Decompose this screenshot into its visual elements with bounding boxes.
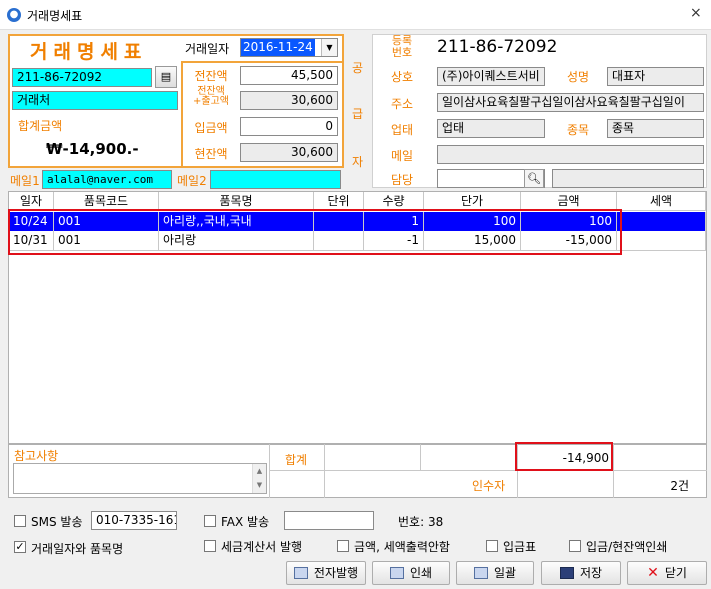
- printer-icon: [473, 567, 488, 579]
- floppy-icon: [559, 567, 574, 579]
- deposit-label: 입금액: [194, 121, 228, 135]
- row-count: 2건: [670, 479, 689, 493]
- fax-label: FAX 발송: [221, 515, 270, 529]
- biz-type-field: 업태: [437, 119, 545, 138]
- window-title: 거래명세표: [27, 9, 83, 23]
- electronic-issue-button[interactable]: 전자발행: [286, 561, 366, 585]
- date-picker[interactable]: 2016-11-24 ▼: [240, 38, 338, 57]
- email2-label: 메일2: [177, 174, 207, 188]
- supplier-char-3: 자: [352, 155, 364, 169]
- sum-label: 합계: [285, 453, 308, 467]
- email1-field[interactable]: alalal@naver.com: [42, 170, 172, 189]
- deposit-slip-label: 입금표: [503, 540, 537, 554]
- deposit-balance-checkbox[interactable]: [569, 540, 581, 552]
- scrollbar[interactable]: ▲ ▼: [252, 464, 266, 493]
- sms-number-field[interactable]: 010-7335-1616: [91, 511, 177, 530]
- item-type-field: 종목: [607, 119, 704, 138]
- title-bar: ● 거래명세표 ×: [0, 0, 711, 30]
- print-button[interactable]: 인쇄: [372, 561, 450, 585]
- number-label: 번호: 38: [398, 515, 444, 529]
- fax-checkbox[interactable]: [204, 515, 216, 527]
- address-field: 일이삼사요육칠팔구십일이삼사요육칠팔구십일이: [437, 93, 704, 112]
- col-tax[interactable]: 세액: [617, 192, 706, 211]
- supplier-char-1: 공: [352, 61, 364, 75]
- email1-label: 메일1: [10, 174, 40, 188]
- address-label: 주소: [390, 97, 414, 111]
- contact-extra-field: [552, 169, 704, 188]
- chevron-down-icon[interactable]: ▼: [321, 39, 337, 56]
- receiver-label: 인수자: [472, 479, 506, 493]
- fax-number-field[interactable]: [284, 511, 374, 530]
- close-button[interactable]: ✕ 닫기: [627, 561, 707, 585]
- supplier-mail-field: [437, 145, 704, 164]
- current-balance-label: 현잔액: [194, 147, 228, 161]
- app-icon: ●: [7, 8, 21, 22]
- sum-highlight-box: [515, 442, 613, 471]
- prev-out-label: 전잔액 +출고액: [193, 86, 229, 107]
- deposit-balance-label: 입금/현잔액인쇄: [586, 540, 668, 554]
- date-label: 거래일자: [185, 42, 230, 56]
- divider: [420, 444, 421, 470]
- rep-label: 성명: [566, 70, 590, 84]
- customer-code-field[interactable]: 211-86-72092: [12, 68, 152, 87]
- date-value: 2016-11-24: [241, 39, 315, 56]
- reg-number-value: 211-86-72092: [437, 37, 558, 57]
- deposit-slip-checkbox[interactable]: [486, 540, 498, 552]
- prev-balance-field[interactable]: 45,500: [240, 66, 338, 85]
- email2-field[interactable]: [210, 170, 341, 189]
- search-icon[interactable]: 🔍︎: [524, 169, 544, 188]
- folder-icon[interactable]: ▤: [155, 66, 177, 88]
- biz-type-label: 업태: [390, 123, 414, 137]
- memo-label: 참고사항: [14, 449, 59, 463]
- save-button[interactable]: 저장: [541, 561, 621, 585]
- current-balance-field: 30,600: [240, 143, 338, 162]
- divider: [270, 470, 707, 471]
- deposit-field[interactable]: 0: [240, 117, 338, 136]
- company-field: (주)아이퀘스트서비: [437, 67, 545, 86]
- sms-label: SMS 발송: [31, 515, 83, 529]
- customer-name-field[interactable]: 거래처: [12, 91, 178, 110]
- printer-icon: [389, 567, 404, 579]
- reg-number-label: 등록 번호: [391, 34, 413, 59]
- amount-tax-checkbox[interactable]: [337, 540, 349, 552]
- divider: [324, 444, 325, 498]
- invoice-heading: 거래명세표: [30, 41, 148, 63]
- prev-out-field: 30,600: [240, 91, 338, 110]
- contact-label: 담당: [390, 173, 414, 187]
- memo-textarea[interactable]: ▲ ▼: [13, 463, 267, 494]
- prev-balance-label: 전잔액: [194, 69, 228, 83]
- x-icon: ✕: [647, 565, 659, 581]
- tax-invoice-label: 세금계산서 발행: [221, 540, 303, 554]
- total-amount: ₩-14,900.-: [46, 140, 139, 158]
- divider: [613, 444, 614, 498]
- item-type-label: 종목: [566, 123, 590, 137]
- highlight-box: [8, 209, 622, 255]
- tax-invoice-checkbox[interactable]: [204, 540, 216, 552]
- document-icon: [293, 567, 308, 579]
- company-label: 상호: [390, 70, 414, 84]
- date-item-label: 거래일자와 품목명: [31, 542, 124, 556]
- amount-tax-label: 금액, 세액출력안함: [354, 540, 450, 554]
- total-label: 합계금액: [18, 119, 63, 133]
- supplier-mail-label: 메일: [390, 149, 414, 163]
- date-item-checkbox[interactable]: ✓: [14, 541, 26, 553]
- sms-checkbox[interactable]: [14, 515, 26, 527]
- supplier-char-2: 급: [352, 107, 364, 121]
- close-icon[interactable]: ×: [690, 5, 702, 21]
- batch-print-button[interactable]: 일괄: [456, 561, 534, 585]
- rep-field: 대표자: [607, 67, 704, 86]
